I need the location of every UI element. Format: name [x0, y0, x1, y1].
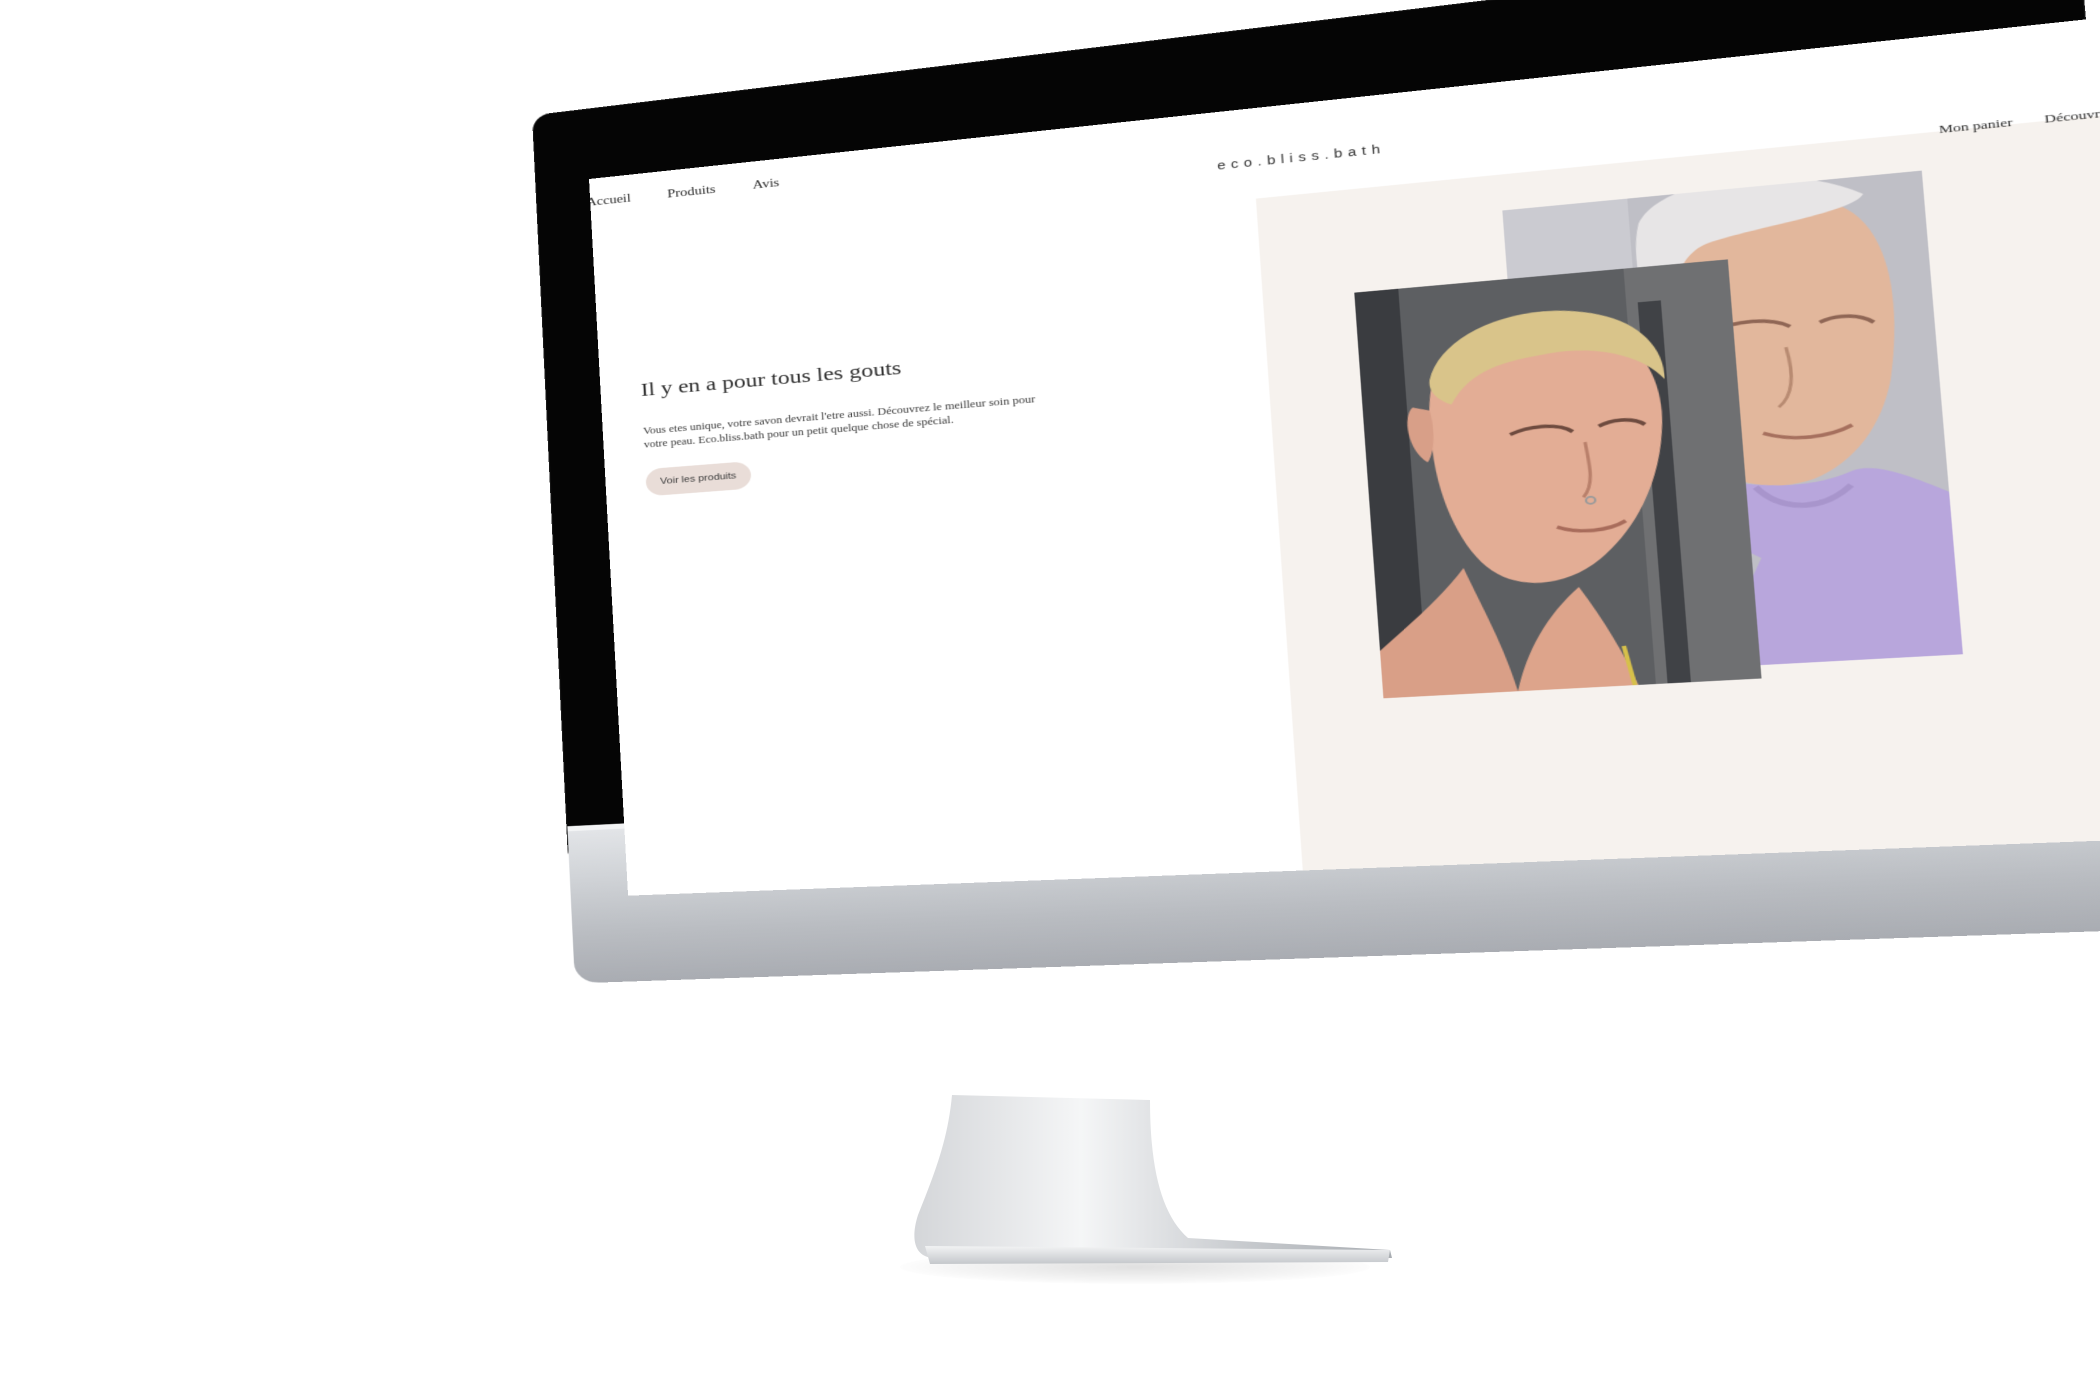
hero-photo-young-man [1354, 259, 1761, 698]
view-products-button[interactable]: Voir les produits [645, 461, 752, 496]
nav-produits[interactable]: Produits [667, 183, 716, 201]
nav-accueil[interactable]: Accueil [589, 192, 631, 210]
nav-avis[interactable]: Avis [752, 176, 779, 192]
hero-title: Il y en a pour tous les gouts [640, 358, 902, 402]
hero-description: Vous etes unique, votre savon devrait l'… [643, 392, 1044, 452]
